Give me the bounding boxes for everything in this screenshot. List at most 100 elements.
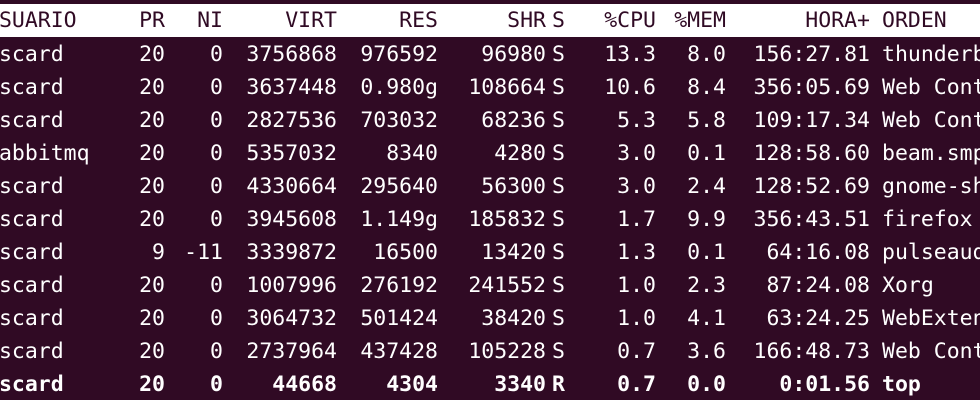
process-user: oscard [0,42,64,67]
process-virt: 2737964 [246,339,337,364]
process-user: oscard [0,273,64,298]
header-cpu: %CPU [604,8,656,33]
process-virt: 2827536 [246,108,337,133]
header-res: RES [399,8,438,33]
process-time: 356:05.69 [753,75,871,100]
process-virt: 44668 [272,372,337,397]
process-nice: 0 [210,207,223,232]
process-command: WebExtensions [882,306,980,331]
process-state: S [552,108,565,133]
process-row: oscard 9 -11 3339872 16500 13420S 1.3 0.1 64:16.… [0,236,980,269]
header-shr: SHR [507,8,546,33]
process-command: thunderbird [882,42,980,67]
process-res: 16500 [373,240,438,265]
process-time: 109:17.34 [753,108,871,133]
header-pr: PR [139,8,165,33]
process-row: oscard 20 0 3064732 501424 38420S 1.0 4.1 63:24.… [0,302,980,335]
process-nice: 0 [210,108,223,133]
header-command: ORDEN [882,8,947,33]
process-res: 276192 [360,273,438,298]
process-command: Web Content [882,339,980,364]
process-time: 356:43.51 [753,207,871,232]
process-command: Xorg [882,273,934,298]
process-shr: 108664 [468,75,546,100]
process-mem: 2.4 [687,174,726,199]
process-virt: 3945608 [246,207,337,232]
process-time: 128:58.60 [753,141,871,166]
process-mem: 0.0 [687,372,726,397]
process-shr: 68236 [481,108,546,133]
header-user: USUARIO [0,8,77,33]
process-nice: 0 [210,75,223,100]
process-user: oscard [0,339,64,364]
column-header-row: USUARIO PR NI VIRT RES SHR S %CPU %MEM H… [0,4,980,37]
process-cpu: 3.0 [617,141,656,166]
process-res: 703032 [360,108,438,133]
process-nice: 0 [210,306,223,331]
process-virt: 4330664 [246,174,337,199]
process-shr: 185832 [468,207,546,232]
process-user: oscard [0,174,64,199]
process-row: oscard 20 0 3756868 976592 96980S 13.3 8.0 156:2… [0,38,980,71]
process-shr: 3340 [494,372,546,397]
process-time: 63:24.25 [766,306,870,331]
process-priority: 20 [139,372,165,397]
process-shr: 56300 [481,174,546,199]
process-virt: 3637448 [246,75,337,100]
process-shr: 38420 [481,306,546,331]
process-user: oscard [0,240,64,265]
process-shr: 241552 [468,273,546,298]
process-command: Web Content [882,108,980,133]
process-nice: 0 [210,42,223,67]
header-virt: VIRT [285,8,337,33]
process-priority: 20 [139,75,165,100]
process-shr: 105228 [468,339,546,364]
process-res: 1.149g [360,207,438,232]
process-res: 437428 [360,339,438,364]
process-shr: 4280 [494,141,546,166]
process-row: oscard 20 0 2737964 437428 105228S 0.7 3.6 166:4… [0,335,980,368]
process-user: oscard [0,108,64,133]
process-user: oscard [0,207,64,232]
process-row: oscard 20 0 44668 4304 3340R 0.7 0.0 0:01.56 top [0,368,980,400]
process-nice: 0 [210,339,223,364]
process-virt: 1007996 [246,273,337,298]
process-cpu: 13.3 [604,42,656,67]
process-nice: 0 [210,273,223,298]
process-shr: 96980 [481,42,546,67]
process-time: 87:24.08 [766,273,870,298]
process-res: 0.980g [360,75,438,100]
process-priority: 20 [139,339,165,364]
process-cpu: 1.0 [617,273,656,298]
process-virt: 3339872 [246,240,337,265]
process-time: 128:52.69 [753,174,871,199]
header-time: HORA+ [805,8,870,33]
process-nice: 0 [210,372,223,397]
process-state: S [552,141,565,166]
process-state: S [552,306,565,331]
process-time: 0:01.56 [779,372,870,397]
process-time: 166:48.73 [753,339,871,364]
process-mem: 8.4 [687,75,726,100]
process-cpu: 3.0 [617,174,656,199]
process-priority: 20 [139,141,165,166]
process-state: S [552,339,565,364]
process-state: R [552,372,565,397]
process-res: 501424 [360,306,438,331]
process-row: oscard 20 0 1007996 276192 241552S 1.0 2.3 87:24… [0,269,980,302]
process-row: oscard 20 0 4330664 295640 56300S 3.0 2.4 128:52… [0,170,980,203]
process-user: oscard [0,306,64,331]
terminal-window[interactable]: USUARIO PR NI VIRT RES SHR S %CPU %MEM H… [0,0,980,400]
process-priority: 20 [139,174,165,199]
process-time: 156:27.81 [753,42,871,67]
process-cpu: 5.3 [617,108,656,133]
process-command: gnome-shell [882,174,980,199]
process-cpu: 1.7 [617,207,656,232]
process-priority: 20 [139,42,165,67]
process-mem: 5.8 [687,108,726,133]
process-state: S [552,75,565,100]
process-mem: 2.3 [687,273,726,298]
process-user: oscard [0,75,64,100]
process-cpu: 0.7 [617,339,656,364]
process-priority: 20 [139,273,165,298]
